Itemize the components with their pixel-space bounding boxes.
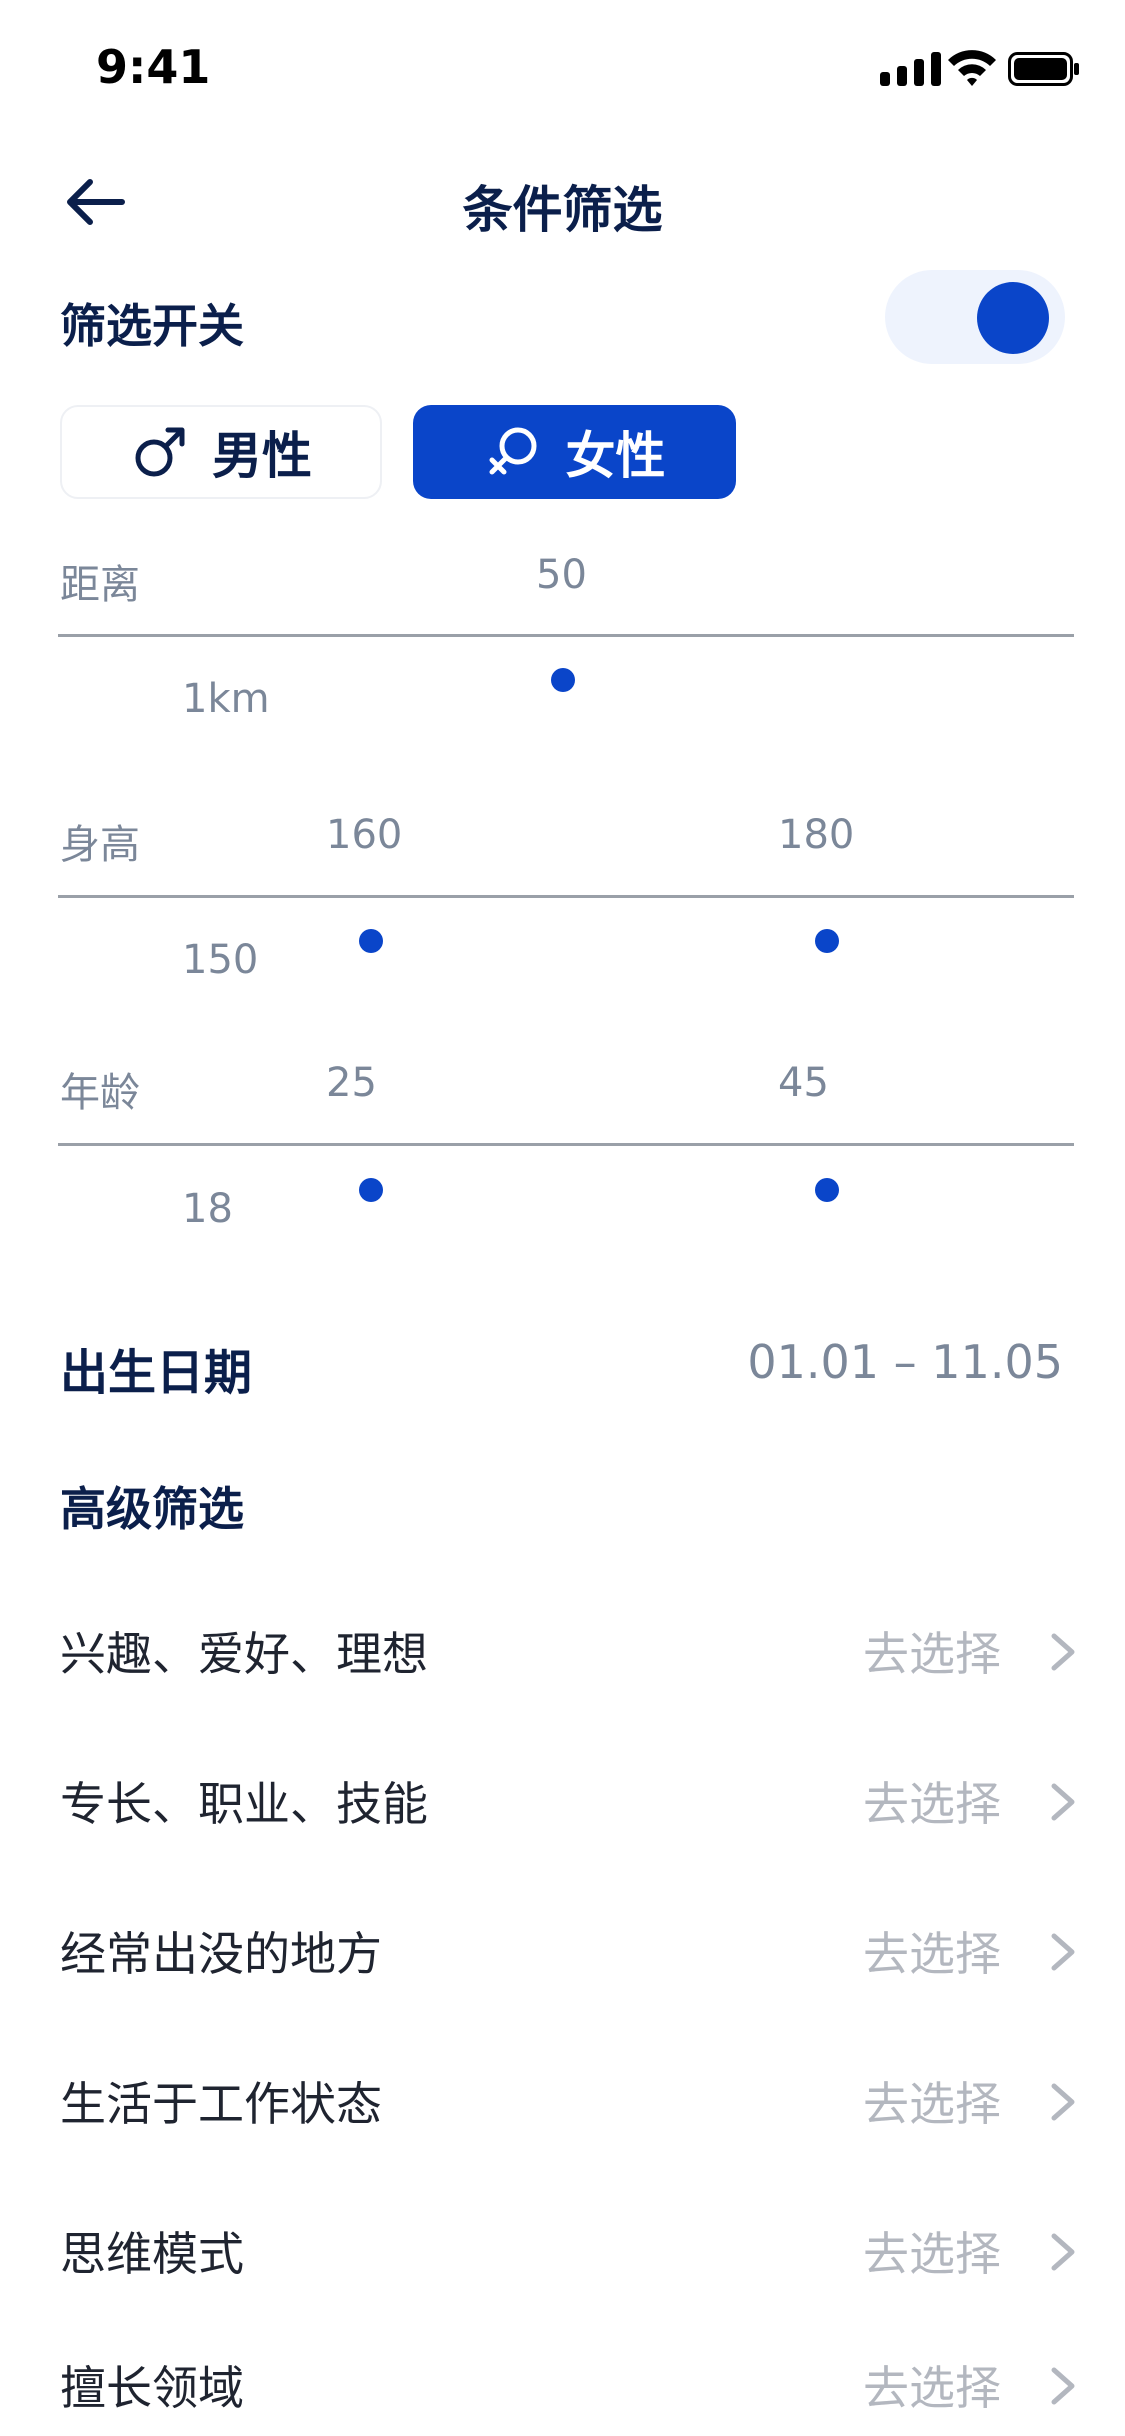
advanced-item-label: 擅长领域 xyxy=(60,2361,244,2415)
distance-value: 50 xyxy=(536,552,587,598)
advanced-item-skills[interactable]: 专长、职业、技能 去选择 xyxy=(0,1738,1125,1848)
height-low-value: 160 xyxy=(326,812,403,858)
age-track[interactable] xyxy=(58,1143,1074,1146)
advanced-item-life-work[interactable]: 生活于工作状态 去选择 xyxy=(0,2038,1125,2148)
filter-page: 9:41 条件筛选 筛选开关 男性 女性 距离 50 1km 身高 160 18… xyxy=(0,0,1125,2436)
age-label: 年龄 xyxy=(60,1070,140,1116)
filter-switch-label: 筛选开关 xyxy=(60,299,244,353)
distance-label: 距离 xyxy=(60,562,140,608)
advanced-item-label: 生活于工作状态 xyxy=(60,2077,382,2131)
advanced-item-label: 兴趣、爱好、理想 xyxy=(60,1627,428,1681)
battery-icon xyxy=(1008,52,1079,86)
wifi-icon xyxy=(948,50,996,86)
height-label: 身高 xyxy=(60,822,140,868)
select-action: 去选择 xyxy=(863,1627,1001,1681)
status-bar: 9:41 xyxy=(0,0,1125,140)
advanced-filter-title: 高级筛选 xyxy=(60,1482,244,1536)
advanced-item-expertise[interactable]: 擅长领域 去选择 xyxy=(0,2322,1125,2432)
status-time: 9:41 xyxy=(96,40,211,94)
birth-date-range[interactable]: 01.01 – 11.05 xyxy=(747,1335,1063,1389)
advanced-item-label: 专长、职业、技能 xyxy=(60,1777,428,1831)
age-high-value: 45 xyxy=(778,1060,829,1106)
height-track[interactable] xyxy=(58,895,1074,898)
chevron-right-icon xyxy=(1051,1783,1075,1821)
height-min: 150 xyxy=(182,937,259,983)
select-action: 去选择 xyxy=(863,2077,1001,2131)
chevron-right-icon xyxy=(1051,1933,1075,1971)
age-low-handle[interactable] xyxy=(359,1178,383,1202)
advanced-item-thinking[interactable]: 思维模式 去选择 xyxy=(0,2188,1125,2298)
height-high-value: 180 xyxy=(778,812,855,858)
height-high-handle[interactable] xyxy=(815,929,839,953)
distance-track[interactable] xyxy=(58,634,1074,637)
age-high-handle[interactable] xyxy=(815,1178,839,1202)
male-button[interactable]: 男性 xyxy=(60,405,382,499)
female-icon xyxy=(489,427,536,475)
birth-date-label: 出生日期 xyxy=(60,1345,253,1401)
select-action: 去选择 xyxy=(863,1927,1001,1981)
female-label: 女性 xyxy=(565,427,666,485)
advanced-item-interests[interactable]: 兴趣、爱好、理想 去选择 xyxy=(0,1588,1125,1698)
select-action: 去选择 xyxy=(863,2361,1001,2415)
filter-toggle[interactable] xyxy=(885,270,1065,364)
female-button[interactable]: 女性 xyxy=(413,405,736,499)
distance-handle[interactable] xyxy=(551,668,575,692)
height-low-handle[interactable] xyxy=(359,929,383,953)
advanced-item-label: 经常出没的地方 xyxy=(60,1927,382,1981)
age-min: 18 xyxy=(182,1186,233,1232)
chevron-right-icon xyxy=(1051,2233,1075,2271)
page-title: 条件筛选 xyxy=(462,181,663,239)
select-action: 去选择 xyxy=(863,2227,1001,2281)
advanced-item-label: 思维模式 xyxy=(60,2227,244,2281)
age-low-value: 25 xyxy=(326,1060,377,1106)
male-label: 男性 xyxy=(212,427,312,485)
advanced-item-places[interactable]: 经常出没的地方 去选择 xyxy=(0,1888,1125,1998)
select-action: 去选择 xyxy=(863,1777,1001,1831)
distance-min: 1km xyxy=(182,676,270,722)
chevron-right-icon xyxy=(1051,2367,1075,2405)
toggle-knob xyxy=(977,282,1049,354)
cellular-signal-icon xyxy=(880,52,941,86)
male-icon xyxy=(135,427,185,477)
chevron-right-icon xyxy=(1051,1633,1075,1671)
chevron-right-icon xyxy=(1051,2083,1075,2121)
